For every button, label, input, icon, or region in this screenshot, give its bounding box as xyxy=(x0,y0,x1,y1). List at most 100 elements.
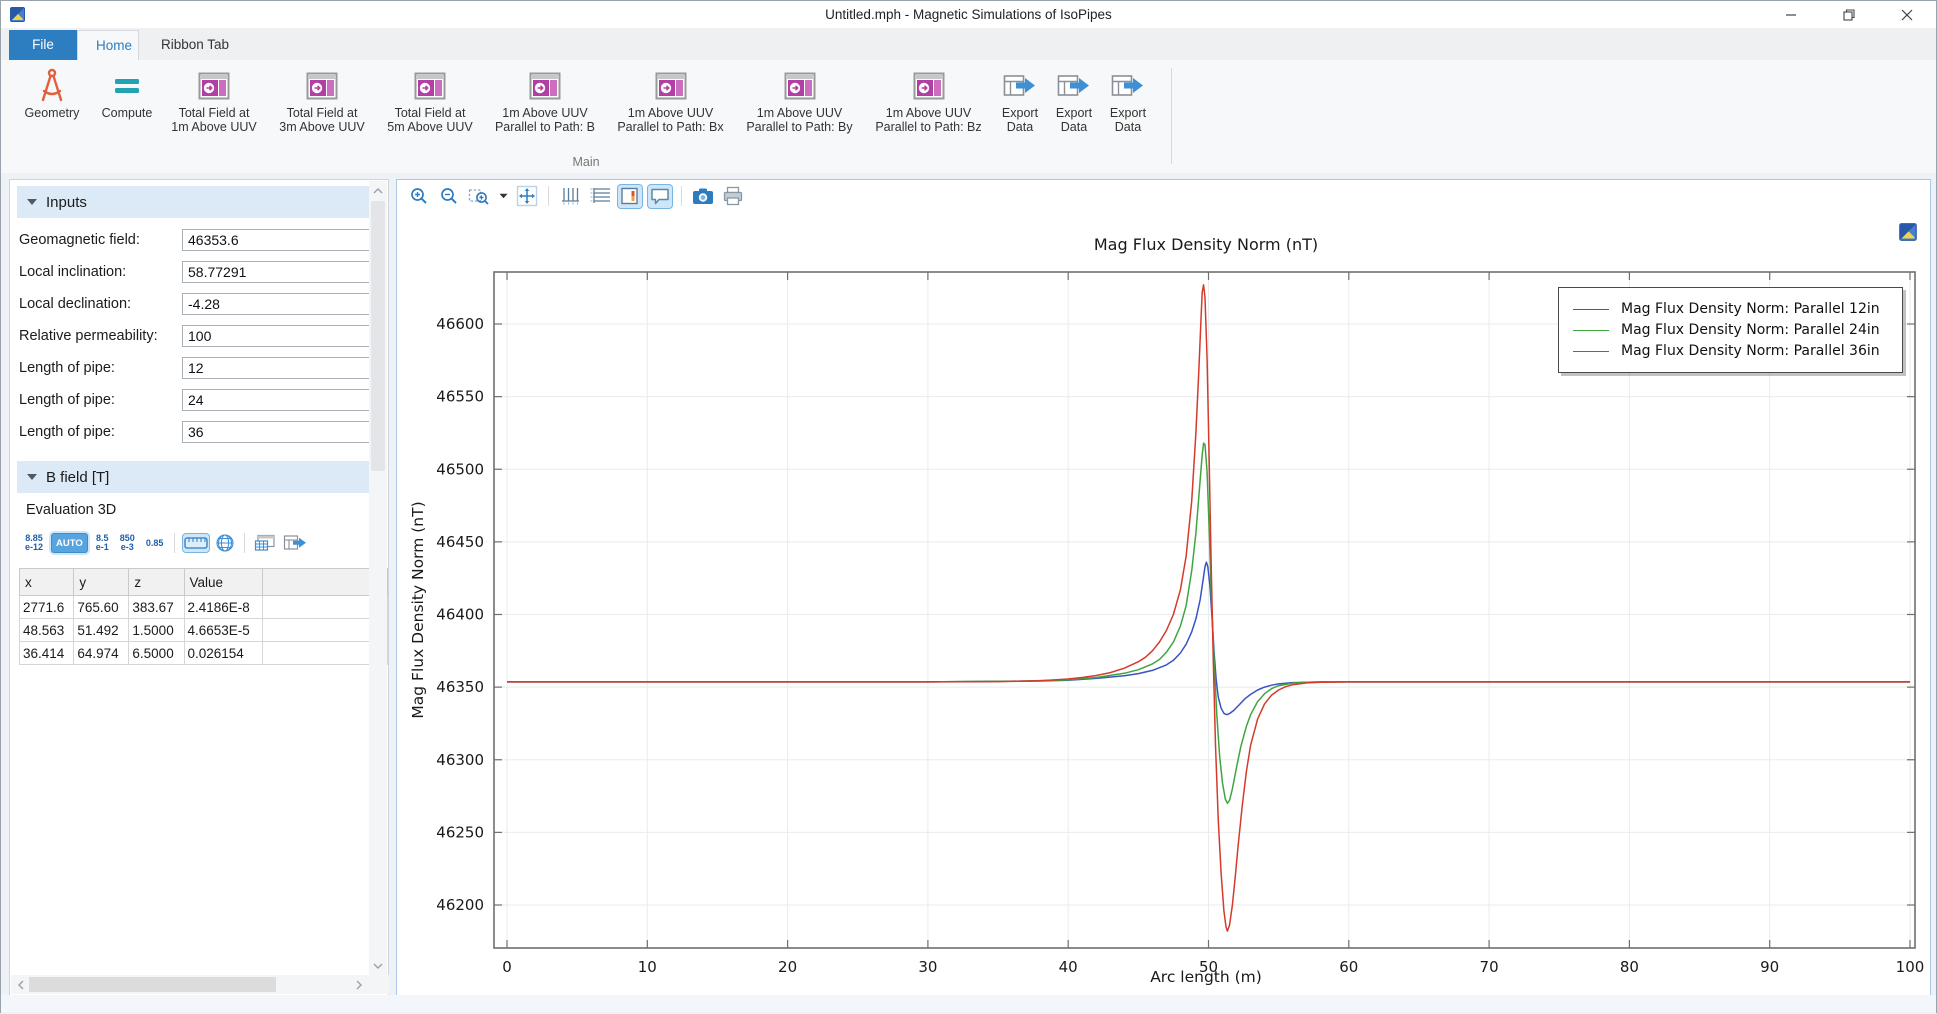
spherical-coordinates-icon[interactable] xyxy=(214,532,236,554)
tab-ribbon-1[interactable]: Ribbon Tab 1 xyxy=(139,30,251,60)
scroll-right-icon[interactable] xyxy=(351,975,367,994)
axis-grid-y-icon[interactable] xyxy=(558,185,582,208)
table-header-y[interactable]: y xyxy=(74,569,129,596)
input-field-2[interactable] xyxy=(182,261,380,283)
svg-text:90: 90 xyxy=(1760,958,1779,976)
format-button-fmt-eng[interactable]: 8.5e-1 xyxy=(93,532,112,554)
tooltip-toggle-icon[interactable] xyxy=(648,185,672,208)
plot-group-window-icon xyxy=(913,72,945,100)
svg-text:10: 10 xyxy=(638,958,657,976)
graphics-panel: 0102030405060708090100462004625046300463… xyxy=(396,179,1931,996)
restore-button[interactable] xyxy=(1820,1,1878,28)
svg-text:46450: 46450 xyxy=(436,533,484,551)
input-field-7[interactable] xyxy=(182,421,380,443)
ribbon-button-total-field-5m[interactable]: Total Field at5m Above UUV xyxy=(377,64,483,134)
format-button-fmt-eng3[interactable]: 850e-3 xyxy=(117,532,138,554)
ribbon-group-separator xyxy=(1171,68,1172,164)
table-cell: 64.974 xyxy=(74,642,129,665)
ribbon-button-compute[interactable]: Compute xyxy=(95,64,159,134)
table-window-icon[interactable] xyxy=(253,533,277,553)
zoom-in-icon[interactable] xyxy=(407,185,431,208)
export-data-icon xyxy=(1111,73,1145,99)
table-header-x[interactable]: x xyxy=(20,569,74,596)
ribbon-button-parallel-path-by[interactable]: 1m Above UUVParallel to Path: By xyxy=(736,64,863,134)
evaluation-title: Evaluation 3D xyxy=(26,502,116,518)
ribbon-button-label: 1m Above UUVParallel to Path: By xyxy=(746,106,852,134)
ribbon-button-total-field-3m[interactable]: Total Field at3m Above UUV xyxy=(269,64,375,134)
print-icon[interactable] xyxy=(721,185,745,208)
horizontal-scroll-thumb[interactable] xyxy=(29,977,276,992)
ribbon-button-label: ExportData xyxy=(1002,106,1038,134)
ribbon-button-geometry[interactable]: Geometry xyxy=(11,64,93,134)
scroll-left-icon[interactable] xyxy=(13,975,29,994)
format-button-fmt-sci[interactable]: 8.85e-12 xyxy=(22,532,46,554)
close-button[interactable] xyxy=(1878,1,1936,28)
tab-home[interactable]: Home xyxy=(77,30,139,60)
svg-text:70: 70 xyxy=(1480,958,1499,976)
settings-vertical-scrollbar[interactable] xyxy=(369,181,387,976)
ribbon-button-export-data-3[interactable]: ExportData xyxy=(1102,64,1154,134)
svg-text:46300: 46300 xyxy=(436,751,484,769)
statusbar xyxy=(1,995,1936,1012)
plot-group-window-icon xyxy=(414,72,446,100)
titlebar: Untitled.mph - Magnetic Simulations of I… xyxy=(1,1,1936,28)
table-cell: 2771.6 xyxy=(20,596,74,619)
svg-text:46550: 46550 xyxy=(436,388,484,406)
svg-text:20: 20 xyxy=(778,958,797,976)
input-field-row: Length of pipe: xyxy=(19,357,371,379)
table-cell: 0.026154 xyxy=(184,642,262,665)
ribbon-button-export-data-2[interactable]: ExportData xyxy=(1048,64,1100,134)
zoom-box-icon[interactable] xyxy=(467,185,491,208)
zoom-extents-icon[interactable] xyxy=(515,185,539,208)
svg-text:40: 40 xyxy=(1059,958,1078,976)
legend-line-sample xyxy=(1573,309,1609,310)
scroll-down-icon[interactable] xyxy=(369,958,387,974)
tab-file[interactable]: File xyxy=(9,30,77,60)
ribbon-button-export-data-1[interactable]: ExportData xyxy=(994,64,1046,134)
input-field-6[interactable] xyxy=(182,389,380,411)
input-field-5[interactable] xyxy=(182,357,380,379)
svg-text:80: 80 xyxy=(1620,958,1639,976)
input-field-row: Local declination: xyxy=(19,293,371,315)
legend-line-sample xyxy=(1573,330,1609,331)
axis-grid-x-icon[interactable] xyxy=(588,185,612,208)
zoom-out-icon[interactable] xyxy=(437,185,461,208)
ribbon-button-parallel-path-b[interactable]: 1m Above UUVParallel to Path: B xyxy=(485,64,605,134)
legend-toggle-icon[interactable] xyxy=(618,185,642,208)
table-export-icon[interactable] xyxy=(282,533,308,553)
table-header-z[interactable]: z xyxy=(129,569,184,596)
table-row[interactable]: 2771.6765.60383.672.4186E-8 xyxy=(20,596,388,619)
minimize-button[interactable] xyxy=(1762,1,1820,28)
ribbon-button-parallel-path-bz[interactable]: 1m Above UUVParallel to Path: Bz xyxy=(865,64,992,134)
evaluation-table[interactable]: xyzValue2771.6765.60383.672.4186E-848.56… xyxy=(19,568,388,665)
ribbon-button-label: Compute xyxy=(102,106,153,120)
ribbon-group-label: Main xyxy=(521,155,651,169)
export-data-icon xyxy=(1003,73,1037,99)
format-button-fmt-auto[interactable]: AUTO xyxy=(51,533,88,553)
full-precision-icon[interactable] xyxy=(183,534,209,552)
ribbon-button-total-field-1m[interactable]: Total Field at1m Above UUV xyxy=(161,64,267,134)
table-cell: 383.67 xyxy=(129,596,184,619)
table-cell: 4.6653E-5 xyxy=(184,619,262,642)
format-button-fmt-dec[interactable]: 0.85 xyxy=(143,537,167,550)
export-data-icon xyxy=(1057,73,1091,99)
settings-horizontal-scrollbar[interactable] xyxy=(11,975,389,994)
table-header-Value[interactable]: Value xyxy=(184,569,262,596)
scroll-up-icon[interactable] xyxy=(369,183,387,199)
zoom-dropdown-icon[interactable] xyxy=(497,185,509,208)
input-field-4[interactable] xyxy=(182,325,380,347)
y-tick-labels: 4620046250463004635046400464504650046550… xyxy=(436,315,484,914)
chart-legend[interactable]: Mag Flux Density Norm: Parallel 12inMag … xyxy=(1558,287,1903,373)
input-field-1[interactable] xyxy=(182,229,380,251)
ribbon-button-parallel-path-bx[interactable]: 1m Above UUVParallel to Path: Bx xyxy=(607,64,734,134)
inputs-section-header[interactable]: Inputs xyxy=(17,186,370,218)
image-snapshot-icon[interactable] xyxy=(691,185,715,208)
bfield-section-header[interactable]: B field [T] xyxy=(17,461,370,493)
svg-text:30: 30 xyxy=(918,958,937,976)
svg-text:60: 60 xyxy=(1339,958,1358,976)
legend-item: Mag Flux Density Norm: Parallel 24in xyxy=(1573,322,1902,338)
table-row[interactable]: 36.41464.9746.50000.026154 xyxy=(20,642,388,665)
vertical-scroll-thumb[interactable] xyxy=(371,201,385,471)
table-row[interactable]: 48.56351.4921.50004.6653E-5 xyxy=(20,619,388,642)
input-field-3[interactable] xyxy=(182,293,380,315)
